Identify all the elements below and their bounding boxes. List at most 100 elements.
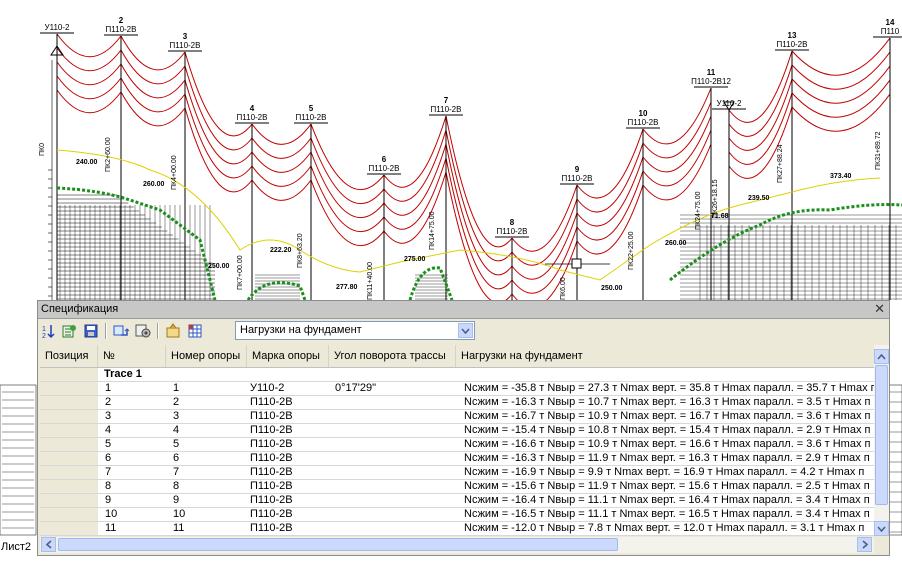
- swap-icon[interactable]: [112, 322, 130, 340]
- cell-route-angle: [329, 480, 456, 493]
- cell-route-angle: [329, 424, 456, 437]
- cell-position: [40, 452, 98, 465]
- support-number-label: 14: [886, 18, 895, 27]
- ground-line-right: [669, 203, 902, 282]
- column-header-support-mark[interactable]: Марка опоры: [247, 345, 329, 367]
- horizontal-scrollbar[interactable]: [40, 537, 874, 553]
- column-header-position[interactable]: Позиция: [40, 345, 98, 367]
- wire-curve: [383, 115, 447, 188]
- panel-toolbar: 12 Нагрузки на фундамент: [38, 319, 889, 343]
- wire-curve: [251, 137, 312, 159]
- cell-position: [40, 396, 98, 409]
- scroll-left-icon[interactable]: [41, 537, 56, 552]
- cell-loads: Nсжим = -12.0 т Nвыр = 7.8 т Nmax верт. …: [464, 522, 865, 534]
- wire-curve: [56, 61, 122, 86]
- column-header-loads[interactable]: Нагрузки на фундамент: [456, 345, 874, 367]
- picket-label: ПК6.00: [560, 277, 567, 300]
- spec-table: Позиция № Номер опоры Марка опоры Угол п…: [40, 345, 874, 536]
- horizontal-scroll-thumb[interactable]: [58, 538, 618, 551]
- cell-loads: Nсжим = -15.6 т Nвыр = 11.9 т Nmax верт.…: [464, 480, 870, 492]
- column-header-support-number[interactable]: Номер опоры: [166, 345, 247, 367]
- svg-text:2: 2: [42, 333, 46, 339]
- table-row[interactable]: 6 6 П110-2В Nсжим = -16.3 т Nвыр = 11.9 т N…: [40, 452, 874, 466]
- support-number-label: 5: [309, 104, 314, 113]
- ground-line: [246, 281, 307, 301]
- toolbar-separator: [157, 323, 159, 339]
- support-number-label: 2: [119, 16, 124, 25]
- wire-curve: [445, 157, 513, 290]
- scroll-down-icon[interactable]: [874, 521, 889, 536]
- cell-loads: Nсжим = -16.6 т Nвыр = 10.9 т Nmax верт.…: [464, 438, 871, 450]
- cell-support-number: 10: [173, 508, 186, 520]
- cell-route-angle: [329, 396, 456, 409]
- panel-titlebar[interactable]: Спецификация ✕: [38, 301, 889, 319]
- elevation-label: 275.00: [404, 256, 426, 263]
- table-icon[interactable]: [186, 322, 204, 340]
- picket-label: ПК4+00.00: [171, 155, 178, 190]
- table-row[interactable]: 3 3 П110-2В Nсжим = -16.7 т Nвыр = 10.9 т N…: [40, 410, 874, 424]
- cell-position: [40, 508, 98, 521]
- ground-profile: [56, 149, 902, 301]
- drawing-labels: У110-22П110-2В3П110-2В4П110-2В5П110-2В6П…: [39, 16, 900, 300]
- wire-curve: [56, 75, 122, 100]
- cell-support-number: 8: [173, 480, 180, 492]
- sheet-tab[interactable]: Лист2: [0, 541, 31, 555]
- cell-position: [40, 494, 98, 507]
- table-row[interactable]: 8 8 П110-2В Nсжим = -15.6 т Nвыр = 11.9 т N…: [40, 480, 874, 494]
- cell-support-number: 7: [173, 466, 180, 478]
- sort-icon[interactable]: 12: [40, 322, 58, 340]
- table-group-row[interactable]: Trace 1: [40, 368, 874, 382]
- cell-loads: Nсжим = -16.7 т Nвыр = 10.9 т Nmax верт.…: [464, 410, 871, 422]
- vertical-scroll-thumb[interactable]: [875, 365, 888, 505]
- table-row[interactable]: 4 4 П110-2В Nсжим = -15.4 т Nвыр = 10.8 т N…: [40, 424, 874, 438]
- filter-select[interactable]: Нагрузки на фундамент: [235, 321, 475, 340]
- elevation-label: 373.40: [830, 173, 852, 180]
- cell-support-mark: П110-2В: [250, 438, 293, 450]
- cell-support-number: 3: [173, 410, 180, 422]
- table-row[interactable]: 9 9 П110-2В Nсжим = -16.4 т Nвыр = 11.1 т N…: [40, 494, 874, 508]
- toolbar-separator: [105, 323, 107, 339]
- wire-curve: [251, 165, 312, 187]
- elevation-label: 222.20: [270, 247, 292, 254]
- support-type-label: П110-2В: [628, 118, 659, 127]
- refresh-icon[interactable]: [60, 322, 78, 340]
- cell-number: 2: [105, 396, 112, 408]
- export-icon[interactable]: [164, 322, 182, 340]
- table-row[interactable]: 7 7 П110-2В Nсжим = -16.9 т Nвыр = 9.9 т Nm…: [40, 466, 874, 480]
- support-type-label: П110-2В12: [691, 77, 731, 86]
- svg-text:1: 1: [42, 326, 46, 333]
- table-row[interactable]: 11 11 П110-2В Nсжим = -12.0 т Nвыр = 7.8 т …: [40, 522, 874, 536]
- specification-panel: Спецификация ✕ 12 Нагрузки на фундамент: [37, 300, 890, 556]
- cell-support-number: 2: [173, 396, 180, 408]
- support-type-label: П110-2В: [170, 41, 201, 50]
- scroll-up-icon[interactable]: [874, 349, 889, 364]
- cell-support-mark: П110-2В: [250, 508, 293, 520]
- filter-select-value: Нагрузки на фундамент: [240, 324, 362, 336]
- table-row[interactable]: 2 2 П110-2В Nсжим = -16.3 т Nвыр = 10.7 т N…: [40, 396, 874, 410]
- close-icon[interactable]: ✕: [874, 301, 885, 317]
- save-icon[interactable]: [82, 322, 100, 340]
- column-header-route-angle[interactable]: Угол поворота трассы: [329, 345, 456, 367]
- wire-sag-curves: [56, 33, 891, 308]
- wire-curve: [251, 179, 312, 201]
- table-row[interactable]: 5 5 П110-2В Nсжим = -16.6 т Nвыр = 10.9 т N…: [40, 438, 874, 452]
- cell-support-number: 6: [173, 452, 180, 464]
- wire-curve: [576, 128, 644, 199]
- scroll-right-icon[interactable]: [857, 537, 872, 552]
- elevation-label: 260.00: [143, 181, 165, 188]
- wire-curve: [445, 129, 513, 262]
- cell-position: [40, 438, 98, 451]
- cell-support-mark: П110-2В: [250, 466, 293, 478]
- chevron-down-icon[interactable]: [458, 323, 473, 338]
- cell-position: [40, 382, 98, 395]
- table-row[interactable]: 1 1 У110-2 0°17'29" Nсжим = -35.8 т Nвыр = 2…: [40, 382, 874, 396]
- cell-support-mark: У110-2: [250, 382, 285, 394]
- cell-number: 5: [105, 438, 112, 450]
- column-header-number[interactable]: №: [98, 345, 166, 367]
- support-number-label: 13: [788, 31, 797, 40]
- vertical-scrollbar[interactable]: [874, 345, 889, 536]
- cell-support-number: 5: [173, 438, 180, 450]
- settings-icon[interactable]: [134, 322, 152, 340]
- cell-support-number: 11: [173, 522, 185, 534]
- table-row[interactable]: 10 10 П110-2В Nсжим = -16.5 т Nвыр = 11.1 т…: [40, 508, 874, 522]
